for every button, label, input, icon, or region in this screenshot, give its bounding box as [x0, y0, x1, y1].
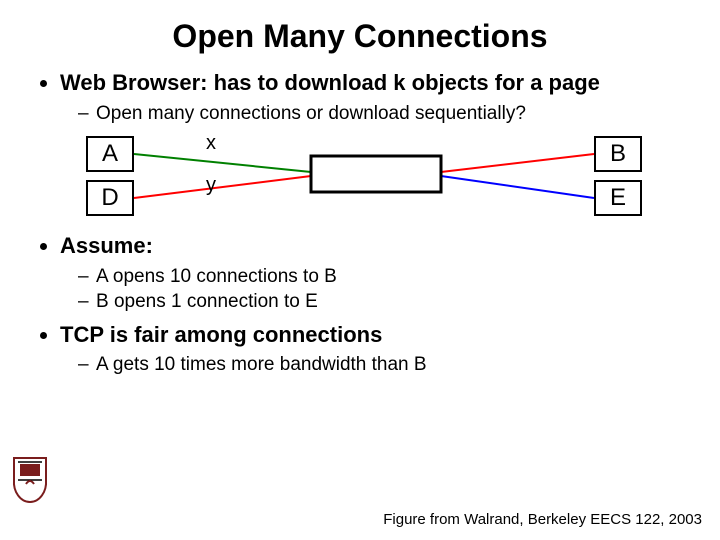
sublist-2: A opens 10 connections to B B opens 1 co…	[60, 264, 684, 315]
sublist-3: A gets 10 times more bandwidth than B	[60, 352, 684, 378]
line-a-router	[134, 154, 311, 172]
brown-university-crest-icon	[12, 456, 48, 504]
diagram-svg	[86, 132, 646, 222]
bullet-assume: Assume: A opens 10 connections to B B op…	[60, 232, 684, 315]
bullet-list-2: Assume: A opens 10 connections to B B op…	[36, 232, 684, 378]
node-b: B	[594, 136, 642, 172]
bullet-web-browser: Web Browser: has to download k objects f…	[60, 69, 684, 126]
sub-a-10x-bandwidth: A gets 10 times more bandwidth than B	[78, 352, 684, 378]
bullet-web-browser-text: Web Browser: has to download k objects f…	[60, 70, 600, 95]
label-y: y	[206, 174, 216, 197]
figure-credit: Figure from Walrand, Berkeley EECS 122, …	[383, 511, 702, 528]
diagram: A D B E x y	[86, 132, 684, 222]
line-d-router	[134, 176, 311, 198]
line-router-e	[441, 176, 594, 198]
router-box	[311, 156, 441, 192]
bullet-assume-text: Assume:	[60, 233, 153, 258]
slide-title: Open Many Connections	[36, 18, 684, 55]
node-e: E	[594, 180, 642, 216]
slide: Open Many Connections Web Browser: has t…	[0, 0, 720, 540]
sub-open-many: Open many connections or download sequen…	[78, 101, 684, 127]
sub-b-opens-1: B opens 1 connection to E	[78, 289, 684, 315]
bullet-tcp-fair: TCP is fair among connections A gets 10 …	[60, 321, 684, 378]
line-router-b	[441, 154, 594, 172]
bullet-list-1: Web Browser: has to download k objects f…	[36, 69, 684, 126]
bullet-tcp-fair-text: TCP is fair among connections	[60, 322, 382, 347]
sub-a-opens-10: A opens 10 connections to B	[78, 264, 684, 290]
sublist-1: Open many connections or download sequen…	[60, 101, 684, 127]
node-d: D	[86, 180, 134, 216]
node-a: A	[86, 136, 134, 172]
label-x: x	[206, 132, 216, 155]
